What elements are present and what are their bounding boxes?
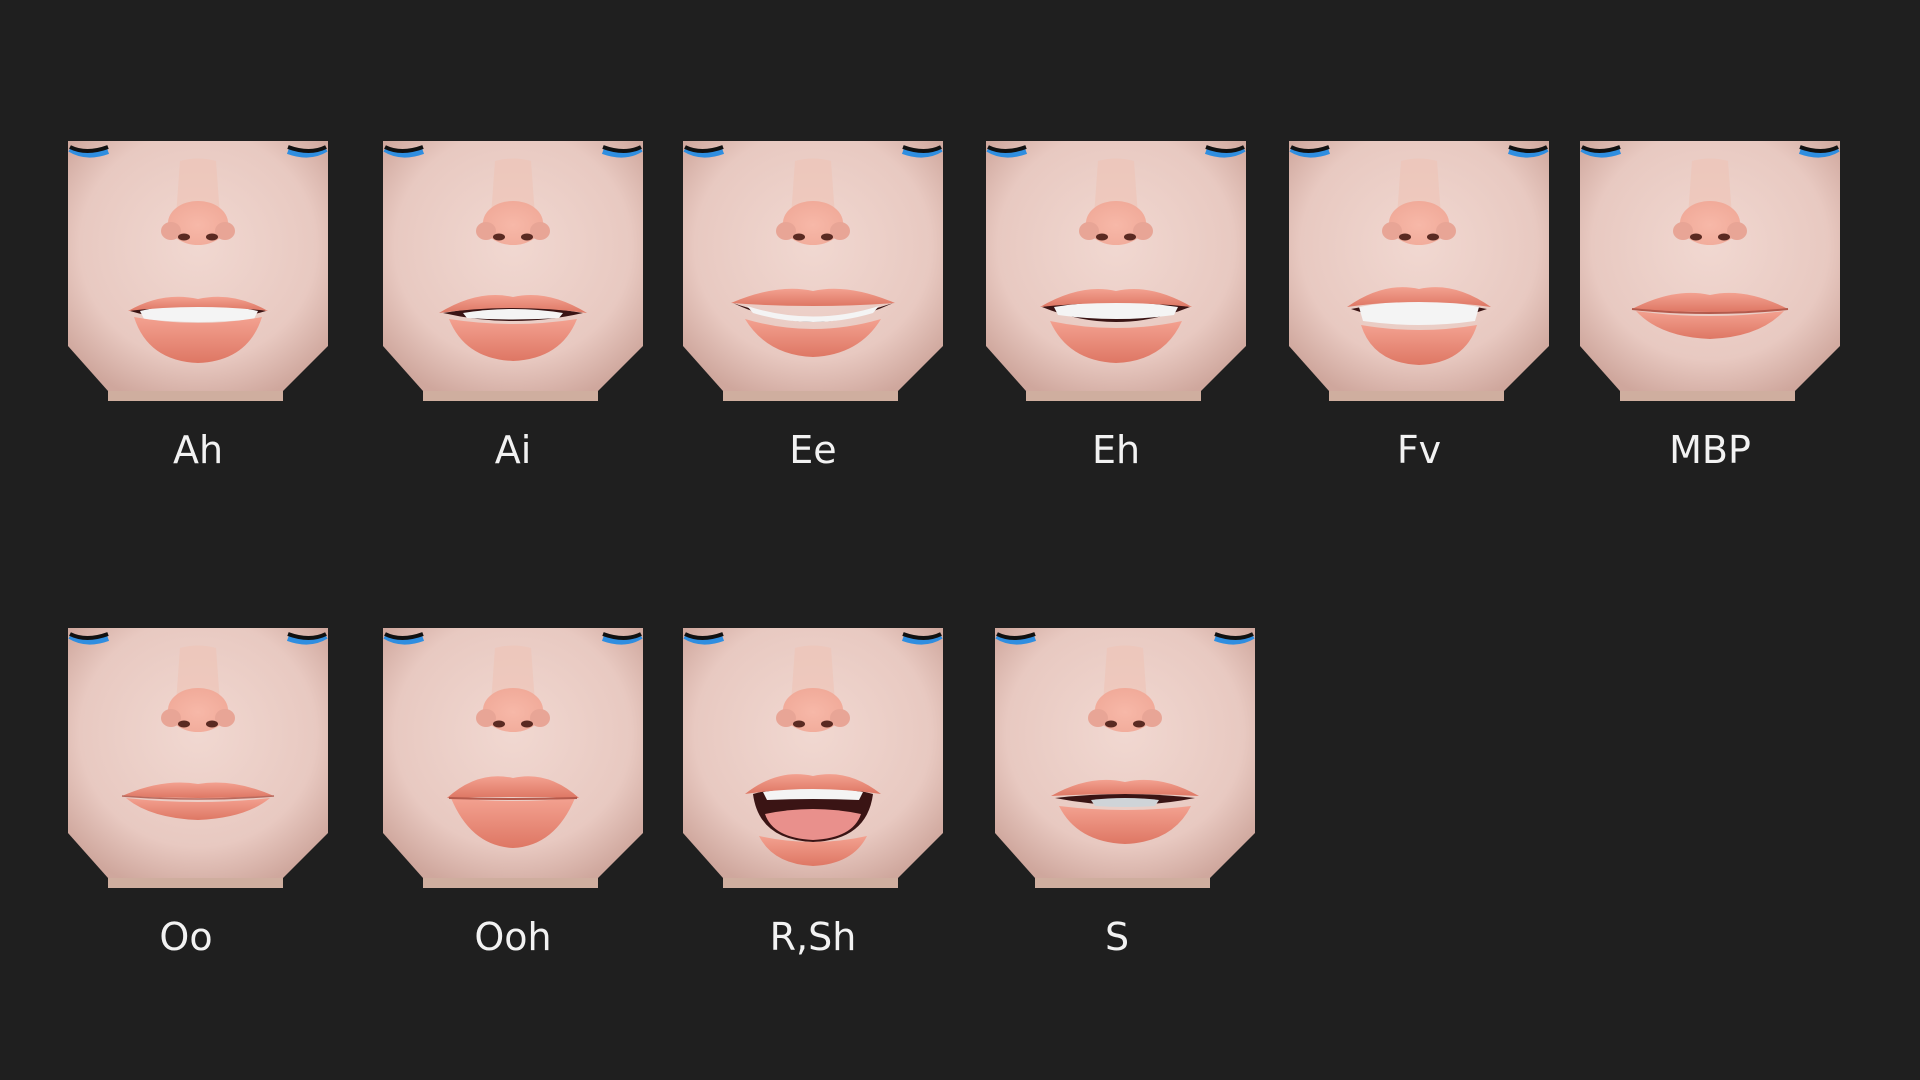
- viseme-tile-ooh: Ooh: [383, 628, 643, 956]
- viseme-chart: Ah Ai Ee Eh Fv MBP Oo Ooh R,Sh S: [0, 0, 1920, 1080]
- face-fv-image: [1289, 141, 1549, 401]
- viseme-tile-s: S: [995, 628, 1255, 956]
- face-ah-image: [68, 141, 328, 401]
- face-ai-image: [383, 141, 643, 401]
- viseme-label-ooh: Ooh: [474, 915, 552, 959]
- viseme-tile-ai: Ai: [383, 141, 643, 469]
- viseme-tile-mbp: MBP: [1580, 141, 1840, 469]
- face-ooh-image: [383, 628, 643, 888]
- viseme-tile-oo: Oo: [68, 628, 328, 956]
- face-eh-image: [986, 141, 1246, 401]
- viseme-tile-fv: Fv: [1289, 141, 1549, 469]
- viseme-label-rsh: R,Sh: [769, 915, 857, 959]
- viseme-label-eh: Eh: [1091, 428, 1141, 472]
- face-oo-image: [68, 628, 328, 888]
- viseme-label-fv: Fv: [1396, 428, 1442, 472]
- viseme-label-mbp: MBP: [1669, 428, 1751, 472]
- viseme-tile-rsh: R,Sh: [683, 628, 943, 956]
- face-mbp-image: [1580, 141, 1840, 401]
- viseme-label-ai: Ai: [494, 428, 532, 472]
- viseme-tile-ee: Ee: [683, 141, 943, 469]
- viseme-label-oo: Oo: [159, 915, 213, 959]
- viseme-label-ah: Ah: [172, 428, 224, 472]
- viseme-label-s: S: [1104, 915, 1130, 959]
- viseme-tile-eh: Eh: [986, 141, 1246, 469]
- viseme-label-ee: Ee: [789, 428, 837, 472]
- face-s-image: [995, 628, 1255, 888]
- face-rsh-image: [683, 628, 943, 888]
- viseme-tile-ah: Ah: [68, 141, 328, 469]
- face-ee-image: [683, 141, 943, 401]
